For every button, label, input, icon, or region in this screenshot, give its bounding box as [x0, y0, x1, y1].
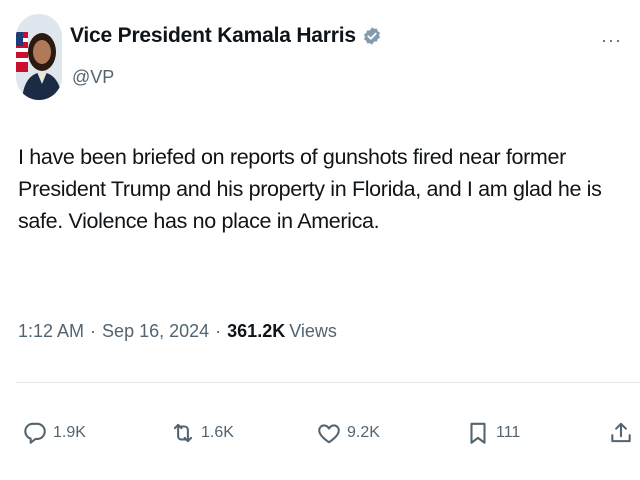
repost-button[interactable]: 1.6K — [170, 420, 234, 446]
reply-count: 1.9K — [53, 424, 86, 441]
bookmark-count: 111 — [496, 424, 521, 441]
bookmark-icon — [470, 422, 486, 444]
divider — [16, 382, 640, 383]
tweet-meta: 1:12 AM · Sep 16, 2024 · 361.2K Views — [18, 321, 337, 342]
author-name-row: Vice President Kamala Harris — [70, 24, 382, 48]
reply-icon — [24, 422, 46, 444]
repost-count: 1.6K — [201, 424, 234, 441]
avatar[interactable] — [16, 14, 62, 100]
share-button[interactable] — [608, 420, 634, 446]
tweet-header: Vice President Kamala Harris @VP ··· — [16, 14, 630, 104]
meta-separator: · — [90, 321, 97, 341]
repost-icon — [173, 423, 193, 443]
bookmark-button[interactable]: 111 — [465, 420, 520, 446]
tweet-time[interactable]: 1:12 AM — [18, 321, 84, 342]
views-count: 361.2K — [227, 321, 286, 341]
verified-badge-icon[interactable] — [362, 26, 382, 46]
reply-button[interactable]: 1.9K — [22, 420, 86, 446]
tweet-text: I have been briefed on reports of gunsho… — [18, 145, 602, 233]
author-display-name[interactable]: Vice President Kamala Harris — [70, 24, 356, 48]
avatar-image — [16, 14, 62, 100]
tweet-date[interactable]: Sep 16, 2024 — [102, 321, 209, 342]
action-bar: 1.9K 1.6K 9.2K 111 — [0, 420, 640, 456]
share-icon — [611, 422, 631, 443]
author-handle[interactable]: @VP — [72, 67, 114, 88]
views-label: Views — [289, 321, 337, 341]
meta-separator: · — [215, 321, 222, 341]
like-icon — [318, 424, 340, 444]
like-count: 9.2K — [347, 424, 380, 441]
like-button[interactable]: 9.2K — [316, 420, 380, 446]
more-icon[interactable]: ··· — [601, 30, 622, 51]
